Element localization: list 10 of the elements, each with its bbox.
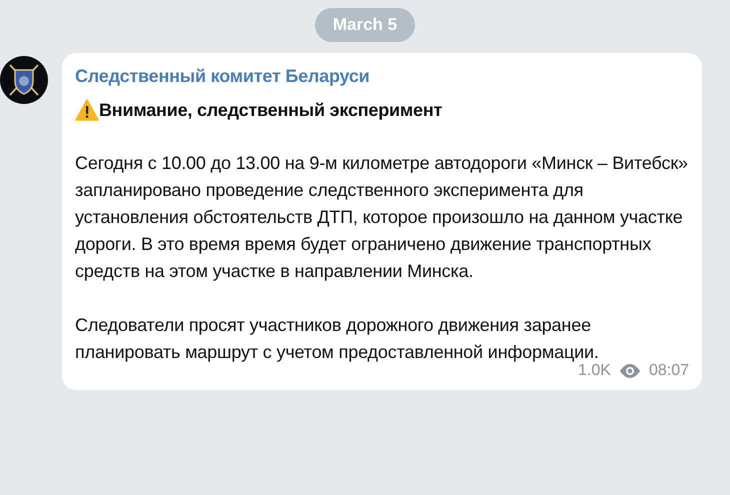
eye-icon bbox=[618, 364, 641, 378]
message-title: Внимание, следственный эксперимент bbox=[99, 99, 442, 122]
sender-name[interactable]: Следственный комитет Беларуси bbox=[75, 63, 689, 89]
date-badge: March 5 bbox=[314, 8, 416, 42]
message-paragraph: Следователи просят участников дорожного движения заранее планировать маршрут с учетом предоставленной информации. bbox=[75, 314, 600, 364]
message-time: 08:07 bbox=[648, 362, 689, 380]
warning-icon bbox=[75, 99, 99, 121]
message-paragraph: Сегодня с 10.00 до 13.00 на 9-м километре автодороги «Минск – Витебск» запланировано проведение следственного эксперимента для установления обстоятельств ДТП, которое произошло на данном участке дороги. В это время время будет ограничено движение транспортных средств на этом участке в направлении Минска. bbox=[75, 152, 689, 283]
view-count: 1.0K bbox=[578, 362, 611, 380]
avatar-icon bbox=[0, 55, 48, 105]
